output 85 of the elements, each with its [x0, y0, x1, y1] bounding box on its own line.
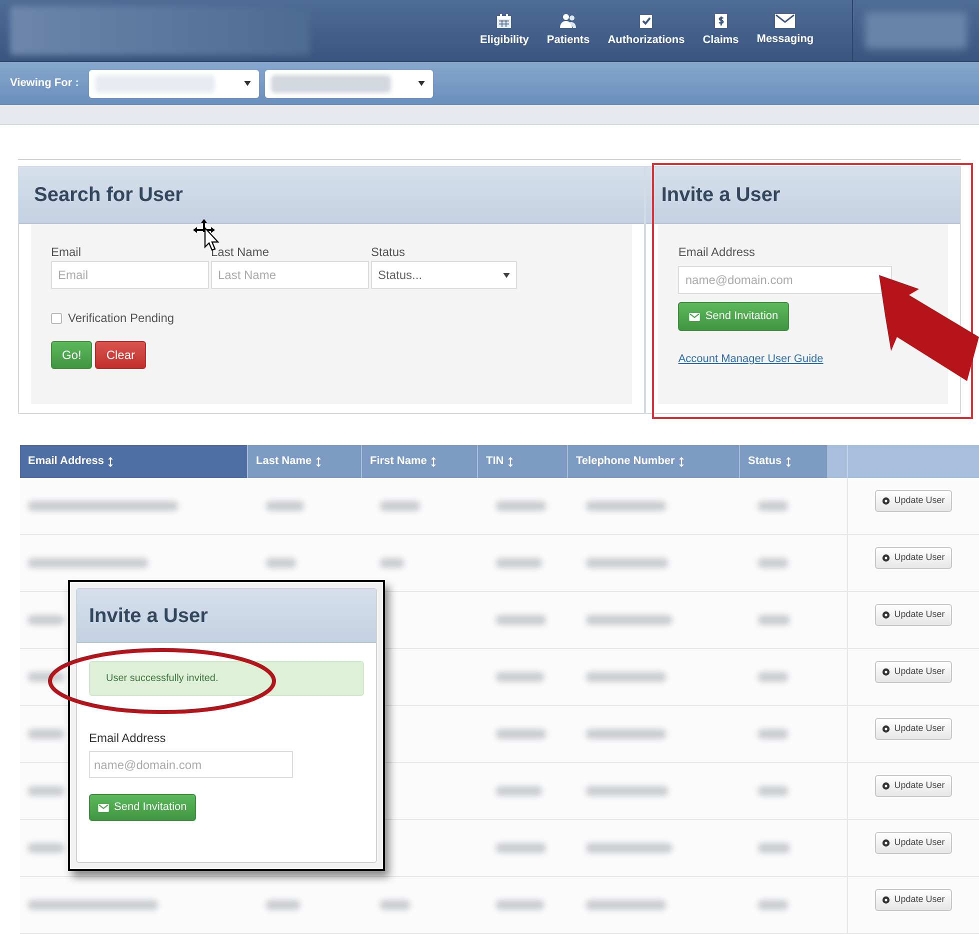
- viewing-for-label: Viewing For :: [10, 76, 79, 92]
- gear-icon: [882, 896, 890, 904]
- user-guide-link[interactable]: Account Manager User Guide: [678, 351, 824, 368]
- nav-link[interactable]: Authorizations: [600, 0, 693, 61]
- sort-icon[interactable]: [108, 456, 114, 466]
- redacted-text: [380, 558, 404, 568]
- panel-title: Search for User: [34, 183, 183, 208]
- checkbox-label: Verification Pending: [68, 310, 174, 327]
- redacted-text: [266, 501, 304, 511]
- redacted-text: [758, 615, 790, 625]
- field-label: Status: [371, 244, 406, 260]
- redacted-text: [28, 843, 64, 853]
- update-user-button[interactable]: Update User: [875, 832, 952, 854]
- nav-link[interactable]: Eligibility: [472, 0, 537, 61]
- update-user-button[interactable]: Update User: [875, 718, 952, 740]
- envelope-icon: [775, 14, 796, 28]
- checkbox[interactable]: [51, 312, 62, 324]
- redacted-text: [758, 729, 788, 739]
- redacted-text: [496, 672, 544, 682]
- update-user-button[interactable]: Update User: [875, 547, 952, 569]
- success-alert: User successfully invited.: [89, 661, 364, 696]
- caret-icon: [244, 81, 251, 86]
- calendar-icon: [496, 12, 512, 29]
- clear-button[interactable]: Clear: [95, 341, 146, 369]
- gear-icon: [882, 839, 890, 847]
- redacted-text: [28, 786, 64, 796]
- redacted-text: [380, 501, 420, 511]
- redacted-text: [496, 501, 546, 511]
- column-header[interactable]: Email Address: [20, 445, 248, 478]
- checklist-icon: [638, 12, 654, 29]
- update-user-button[interactable]: Update User: [875, 604, 952, 626]
- gear-icon: [882, 725, 890, 733]
- sort-icon[interactable]: [316, 456, 321, 466]
- sort-icon[interactable]: [786, 456, 791, 466]
- caret-icon: [418, 81, 425, 86]
- nav-link[interactable]: Messaging: [748, 0, 822, 61]
- update-user-button[interactable]: Update User: [875, 889, 952, 911]
- select-dropdown[interactable]: [264, 70, 433, 98]
- redacted-text: [758, 501, 788, 511]
- nav-link[interactable]: Patients: [538, 0, 598, 61]
- redacted-text: [28, 729, 64, 739]
- redacted-text: [496, 786, 542, 796]
- redacted-text: [496, 900, 544, 910]
- people-icon: [559, 12, 578, 29]
- input-field[interactable]: Email: [51, 261, 209, 289]
- update-user-button[interactable]: Update User: [875, 490, 952, 512]
- update-user-button[interactable]: Update User: [875, 775, 952, 797]
- redacted-text: [758, 900, 788, 910]
- redacted-text: [28, 615, 64, 625]
- sort-icon[interactable]: [430, 456, 436, 466]
- redacted-text: [496, 843, 546, 853]
- envelope-icon: [689, 312, 700, 320]
- redacted-text: [266, 558, 296, 568]
- email-input[interactable]: name@domain.com: [89, 751, 293, 778]
- redacted-text: [266, 900, 300, 910]
- redacted-text: [758, 558, 788, 568]
- sort-icon[interactable]: [508, 456, 513, 466]
- sort-icon[interactable]: [678, 456, 684, 466]
- dollar-document-icon: [712, 12, 729, 29]
- gear-icon: [882, 782, 890, 790]
- gear-icon: [882, 554, 890, 562]
- panel-title: Invite a User: [89, 604, 208, 628]
- input-field[interactable]: Last Name: [211, 261, 369, 289]
- status-select[interactable]: Status...: [371, 261, 517, 289]
- panel-title: Invite a User: [661, 183, 780, 208]
- gear-icon: [882, 611, 890, 619]
- redacted-text: [758, 672, 788, 682]
- caret-icon: [503, 272, 510, 278]
- redacted-text: [496, 558, 542, 568]
- envelope-icon: [98, 804, 109, 812]
- update-user-button[interactable]: Update User: [875, 661, 952, 683]
- field-label: Email: [51, 244, 82, 260]
- field-label: Email Address: [89, 730, 166, 746]
- field-label: Last Name: [211, 244, 270, 260]
- redacted-text: [380, 900, 410, 910]
- redacted-text: [496, 729, 546, 739]
- nav-link[interactable]: Claims: [694, 0, 747, 61]
- redacted-text: [758, 786, 788, 796]
- email-input[interactable]: name@domain.com: [678, 266, 892, 294]
- gear-icon: [882, 668, 890, 676]
- select-dropdown[interactable]: [88, 70, 259, 98]
- gear-icon: [882, 497, 890, 505]
- redacted-text: [496, 615, 546, 625]
- field-label: Email Address: [678, 244, 756, 260]
- redacted-text: [758, 843, 790, 853]
